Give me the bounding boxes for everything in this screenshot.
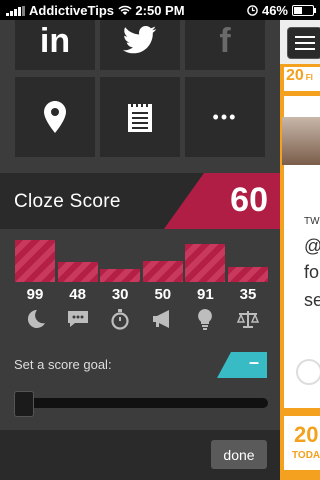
chat-icon (66, 308, 90, 330)
cloze-score-value: 60 (230, 181, 268, 219)
metric-bar (185, 244, 226, 282)
linkedin-tile[interactable]: in (15, 20, 95, 70)
cloze-score-header: Cloze Score 60 (0, 173, 280, 229)
feed-date-suffix: FI (305, 73, 313, 82)
metric-bar (57, 262, 98, 282)
menu-button[interactable] (287, 27, 320, 59)
cloze-score-title: Cloze Score (14, 191, 121, 212)
score-metric: 35 (228, 240, 268, 340)
more-tile[interactable]: ••• (185, 77, 265, 157)
linkedin-icon: in (39, 21, 71, 60)
facebook-tile[interactable]: f (185, 20, 265, 70)
location-pin-icon (44, 101, 66, 133)
check-circle-icon[interactable] (296, 359, 320, 385)
done-button[interactable]: done (211, 440, 267, 469)
notepad-icon (128, 101, 152, 132)
metric-value: 30 (111, 286, 129, 303)
minus-icon: – (248, 352, 259, 372)
moon-icon (23, 308, 47, 330)
metric-value: 91 (197, 286, 214, 303)
more-icon: ••• (212, 106, 238, 127)
score-metrics: 99 48 30 50 91 35 (0, 240, 280, 340)
score-goal-slider-track[interactable] (14, 398, 268, 408)
facebook-icon: f (219, 21, 231, 60)
metric-value: 99 (26, 286, 44, 303)
score-metric: 50 (142, 240, 183, 340)
metric-bar (142, 261, 183, 282)
battery-percent: 46% (261, 3, 288, 18)
battery-icon (292, 5, 316, 16)
lightbulb-icon (193, 308, 217, 330)
status-right: 46% (247, 3, 316, 18)
status-bar: AddictiveTips 2:50 PM 46% (0, 0, 320, 20)
metric-value: 50 (154, 286, 172, 303)
today-date: 20 (294, 422, 319, 447)
megaphone-icon (151, 308, 175, 330)
score-metric: 91 (185, 240, 226, 340)
feed-date-header: 20 FI (284, 67, 320, 91)
metric-value: 35 (239, 286, 257, 303)
notepad-tile[interactable] (100, 77, 180, 157)
score-goal-toggle[interactable]: – (217, 352, 267, 378)
cloze-score-panel: in f ••• Cloze Score 60 99 48 30 50 91 35 Set… (0, 20, 280, 480)
feed-text-line: TW (304, 216, 320, 227)
metric-bar (228, 267, 268, 282)
metric-value: 48 (69, 286, 86, 303)
scales-icon (236, 308, 260, 330)
battery-fill (294, 7, 302, 14)
feed-text-line: @ (304, 236, 320, 257)
clock-icon (247, 5, 258, 16)
score-goal-label: Set a score goal: (14, 357, 112, 372)
score-metric: 48 (57, 240, 98, 340)
avatar (282, 117, 320, 165)
feed-text-line: se (304, 290, 320, 310)
score-metric: 30 (100, 240, 141, 340)
feed-text-line: fo (304, 262, 320, 282)
today-card[interactable]: 20 TODA (284, 416, 320, 470)
today-label: TODA (292, 450, 320, 461)
feed-date-day: 20 (286, 67, 304, 84)
metric-bar (100, 269, 141, 282)
location-tile[interactable] (15, 77, 95, 157)
twitter-icon (123, 26, 157, 54)
metric-bar (15, 240, 55, 282)
twitter-tile[interactable] (100, 20, 180, 70)
score-goal-slider-thumb[interactable] (14, 391, 34, 417)
stopwatch-icon (108, 308, 132, 330)
score-metric: 99 (15, 240, 55, 340)
